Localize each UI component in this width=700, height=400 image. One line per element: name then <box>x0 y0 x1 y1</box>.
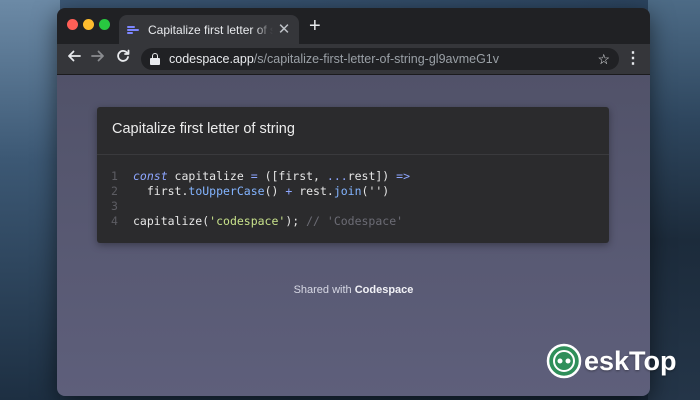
browser-toolbar: codespace.app/s/capitalize-first-letter-… <box>57 44 650 75</box>
line-number: 4 <box>111 214 118 228</box>
desktop-wallpaper-left <box>0 0 60 400</box>
code-line: 2 first. toUpperCase() + rest. join ('') <box>111 184 410 199</box>
minimize-window-button[interactable] <box>83 19 94 30</box>
line-number: 2 <box>111 184 118 198</box>
code-token: ('') <box>361 184 390 198</box>
maximize-window-button[interactable] <box>99 19 110 30</box>
forward-button[interactable] <box>87 48 109 70</box>
code-token: () <box>264 184 286 198</box>
arrow-left-icon <box>68 50 81 62</box>
code-token: ... <box>326 169 348 183</box>
code-snippet-card: Capitalize first letter of string 1 const… <box>97 107 609 243</box>
code-line: 4 capitalize('codespace'); // 'Codespace' <box>111 214 410 229</box>
code-token: toUpperCase <box>188 184 265 198</box>
lock-icon <box>150 53 160 65</box>
code-token: = <box>250 169 258 183</box>
code-token: 'codespace' <box>209 214 286 228</box>
new-tab-button[interactable]: + <box>309 16 321 36</box>
browser-window: Capitalize first letter of string | Code… <box>57 8 650 396</box>
line-number: 1 <box>111 169 118 183</box>
line-number: 3 <box>111 199 118 213</box>
back-button[interactable] <box>63 48 85 70</box>
tab-title: Capitalize first letter of string | Code… <box>148 22 273 37</box>
watermark-text: eskTop <box>584 345 677 376</box>
shared-with-footer: Shared with Codespace <box>57 284 650 296</box>
reload-button[interactable] <box>112 48 134 70</box>
desktop-watermark: eskTop <box>546 340 677 382</box>
shared-prefix: Shared with <box>293 284 355 296</box>
url-text[interactable]: codespace.app/s/capitalize-first-letter-… <box>169 52 591 66</box>
code-token: ([first, <box>257 169 327 183</box>
code-token: // 'Codespace' <box>306 214 404 228</box>
tab-close-icon[interactable]: ✕ <box>277 22 291 37</box>
code-token: first. <box>133 184 189 198</box>
codespace-favicon-icon <box>127 24 139 36</box>
code-line: 3 <box>111 199 410 214</box>
code-token: ); <box>285 214 307 228</box>
desktop-logo-icon <box>546 343 582 379</box>
codespace-link[interactable]: Codespace <box>355 284 414 296</box>
arrow-right-icon <box>91 50 104 62</box>
code-token: join <box>333 184 362 198</box>
code-token: rest]) <box>347 169 397 183</box>
code-token: capitalize <box>167 169 251 183</box>
code-block[interactable]: 1 const capitalize = ([first, ... rest]) =… <box>111 169 410 229</box>
kebab-menu-icon[interactable]: ⋮ <box>625 49 641 69</box>
address-bar[interactable]: codespace.app/s/capitalize-first-letter-… <box>141 48 619 70</box>
url-host: codespace.app <box>169 52 254 66</box>
code-token: => <box>396 169 411 183</box>
code-token: capitalize( <box>133 214 210 228</box>
reload-icon <box>117 49 130 62</box>
code-line: 1 const capitalize = ([first, ... rest]) =… <box>111 169 410 184</box>
code-token: const <box>133 169 168 183</box>
snippet-title: Capitalize first letter of string <box>112 121 295 137</box>
tab-strip: Capitalize first letter of string | Code… <box>57 8 650 44</box>
code-token: rest. <box>292 184 334 198</box>
url-path: /s/capitalize-first-letter-of-string-gl9… <box>253 52 500 66</box>
card-divider <box>97 154 609 155</box>
browser-tab[interactable]: Capitalize first letter of string | Code… <box>119 15 299 44</box>
close-window-button[interactable] <box>67 19 78 30</box>
bookmark-star-icon[interactable]: ☆ <box>597 51 610 68</box>
code-token: + <box>285 184 293 198</box>
